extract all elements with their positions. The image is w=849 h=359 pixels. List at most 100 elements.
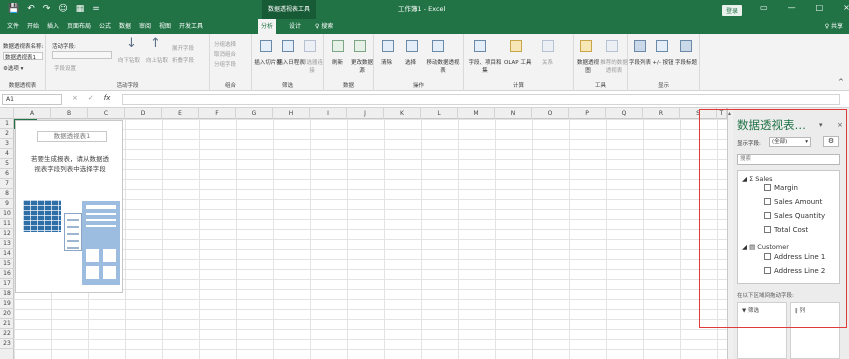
recommended-pivot-icon[interactable] bbox=[606, 40, 618, 52]
recommended-pivot-button[interactable]: 推荐的数据透视表 bbox=[600, 58, 628, 74]
grid-icon[interactable]: ▦ bbox=[76, 4, 85, 14]
field-headers-button[interactable]: 字段标题 bbox=[674, 58, 698, 66]
select-icon[interactable] bbox=[406, 40, 418, 52]
row-header[interactable]: 4 bbox=[0, 149, 14, 159]
close-icon[interactable]: × bbox=[843, 3, 849, 12]
column-header[interactable]: D bbox=[125, 108, 162, 119]
undo-icon[interactable]: ↶ bbox=[27, 4, 35, 14]
customize-qat-icon[interactable]: = bbox=[92, 4, 100, 14]
plus-minus-buttons-button[interactable]: +/- 按钮 bbox=[650, 58, 676, 66]
row-header[interactable]: 20 bbox=[0, 309, 14, 319]
row-header[interactable]: 5 bbox=[0, 159, 14, 169]
row-header[interactable]: 19 bbox=[0, 299, 14, 309]
column-header[interactable]: M bbox=[458, 108, 495, 119]
select-button[interactable]: 选择 bbox=[405, 58, 416, 66]
column-header[interactable]: P bbox=[569, 108, 606, 119]
row-header[interactable]: 14 bbox=[0, 249, 14, 259]
tab-file[interactable]: 文件 bbox=[4, 19, 22, 34]
ungroup-button[interactable]: 取消组合 bbox=[214, 50, 236, 58]
row-header[interactable]: 11 bbox=[0, 219, 14, 229]
cancel-icon[interactable]: × bbox=[72, 94, 78, 102]
enter-icon[interactable]: ✓ bbox=[88, 94, 94, 102]
redo-icon[interactable]: ↷ bbox=[43, 4, 51, 14]
row-header[interactable]: 16 bbox=[0, 269, 14, 279]
login-button[interactable]: 登录 bbox=[722, 5, 743, 16]
tab-review[interactable]: 审阅 bbox=[136, 19, 154, 34]
row-header[interactable]: 12 bbox=[0, 229, 14, 239]
active-field-input[interactable] bbox=[52, 51, 112, 59]
timeline-icon[interactable] bbox=[282, 40, 294, 52]
pivot-options-button[interactable]: ⚙选项 ▾ bbox=[3, 64, 23, 72]
row-header[interactable]: 2 bbox=[0, 129, 14, 139]
name-box[interactable]: A1 bbox=[2, 94, 62, 105]
tab-insert[interactable]: 插入 bbox=[44, 19, 62, 34]
move-pivot-icon[interactable] bbox=[432, 40, 444, 52]
save-icon[interactable]: 💾 bbox=[8, 4, 19, 14]
ribbon-display-icon[interactable]: ▭ bbox=[760, 3, 768, 12]
pivot-chart-button[interactable]: 数据透视图 bbox=[576, 58, 600, 74]
field-headers-icon[interactable] bbox=[680, 40, 692, 52]
column-header[interactable]: F bbox=[199, 108, 236, 119]
group-field-button[interactable]: 分组字段 bbox=[214, 60, 236, 68]
smiley-icon[interactable]: ☺ bbox=[58, 4, 67, 14]
field-settings-button[interactable]: 字段设置 bbox=[54, 64, 76, 72]
collapse-field-button[interactable]: 折叠字段 bbox=[172, 56, 194, 64]
column-header[interactable]: B bbox=[51, 108, 88, 119]
column-header[interactable]: E bbox=[162, 108, 199, 119]
collapse-ribbon-icon[interactable]: ^ bbox=[838, 78, 844, 86]
maximize-icon[interactable]: □ bbox=[816, 3, 824, 12]
refresh-button[interactable]: 刷新 bbox=[332, 58, 343, 66]
column-header[interactable]: R bbox=[643, 108, 680, 119]
formula-input[interactable] bbox=[122, 94, 840, 105]
tab-formulas[interactable]: 公式 bbox=[96, 19, 114, 34]
filter-connections-icon[interactable] bbox=[304, 40, 316, 52]
row-header[interactable]: 21 bbox=[0, 319, 14, 329]
row-header[interactable]: 1 bbox=[0, 119, 14, 129]
row-header[interactable]: 8 bbox=[0, 189, 14, 199]
relationships-icon[interactable] bbox=[542, 40, 554, 52]
row-header[interactable]: 23 bbox=[0, 339, 14, 349]
tab-tell-me-search[interactable]: ♀ 搜索 bbox=[312, 19, 336, 34]
tab-page-layout[interactable]: 页面布局 bbox=[64, 19, 94, 34]
olap-tools-button[interactable]: OLAP 工具 bbox=[504, 58, 531, 66]
minimize-icon[interactable]: — bbox=[788, 3, 796, 12]
pivot-name-input[interactable]: 数据透视表1 bbox=[3, 52, 43, 61]
column-header[interactable]: Q bbox=[606, 108, 643, 119]
tab-analyze[interactable]: 分析 bbox=[258, 19, 277, 34]
clear-button[interactable]: 清除 bbox=[381, 58, 392, 66]
row-header[interactable]: 13 bbox=[0, 239, 14, 249]
row-header[interactable]: 9 bbox=[0, 199, 14, 209]
column-header[interactable]: H bbox=[273, 108, 310, 119]
olap-tools-icon[interactable] bbox=[510, 40, 522, 52]
tab-view[interactable]: 视图 bbox=[156, 19, 174, 34]
row-header[interactable]: 7 bbox=[0, 179, 14, 189]
column-header[interactable]: C bbox=[88, 108, 125, 119]
row-header[interactable]: 6 bbox=[0, 169, 14, 179]
tab-design[interactable]: 设计 bbox=[286, 19, 304, 34]
change-source-button[interactable]: 更改数据源 bbox=[350, 58, 374, 74]
filter-connections-button[interactable]: 筛选器连接 bbox=[301, 58, 323, 74]
column-header[interactable]: G bbox=[236, 108, 273, 119]
tab-data[interactable]: 数据 bbox=[116, 19, 134, 34]
row-header[interactable]: 18 bbox=[0, 289, 14, 299]
change-source-icon[interactable] bbox=[354, 40, 366, 52]
row-header[interactable]: 17 bbox=[0, 279, 14, 289]
pivot-chart-icon[interactable] bbox=[580, 40, 592, 52]
select-all-corner[interactable] bbox=[0, 108, 14, 119]
tab-home[interactable]: 开始 bbox=[24, 19, 42, 34]
drill-down-icon[interactable]: ↓ bbox=[126, 36, 137, 51]
group-selection-button[interactable]: 分组选择 bbox=[214, 40, 236, 48]
column-header[interactable]: A bbox=[14, 108, 51, 119]
field-list-icon[interactable] bbox=[634, 40, 646, 52]
row-header[interactable]: 22 bbox=[0, 329, 14, 339]
clear-icon[interactable] bbox=[382, 40, 394, 52]
expand-field-button[interactable]: 展开字段 bbox=[172, 44, 194, 52]
row-header[interactable]: 15 bbox=[0, 259, 14, 269]
column-header[interactable]: K bbox=[384, 108, 421, 119]
drill-up-icon[interactable]: ↑ bbox=[150, 36, 161, 51]
column-header[interactable]: O bbox=[532, 108, 569, 119]
tab-developer[interactable]: 开发工具 bbox=[176, 19, 206, 34]
column-header[interactable]: N bbox=[495, 108, 532, 119]
refresh-icon[interactable] bbox=[332, 40, 344, 52]
pivot-placeholder[interactable]: 数据透视表1 若要生成报表，请从数据透 视表字段列表中选择字段 bbox=[15, 120, 123, 293]
